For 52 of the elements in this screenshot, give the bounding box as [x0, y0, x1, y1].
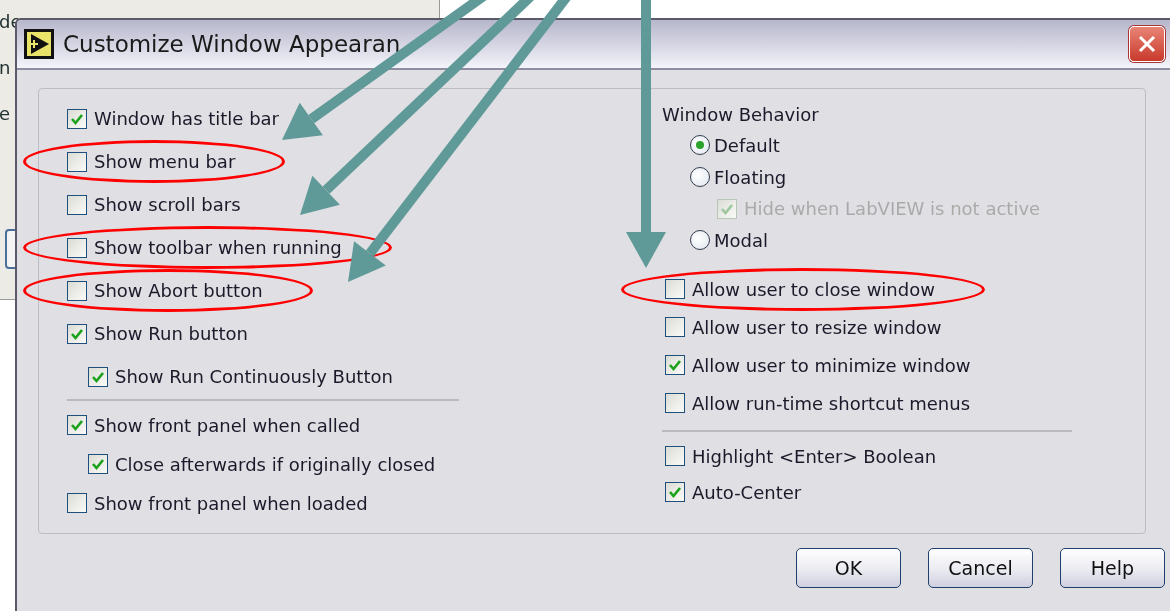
window-text: n — [0, 57, 11, 79]
dialog-button[interactable]: Cancel — [928, 548, 1033, 588]
check-icon — [668, 358, 682, 372]
check-icon — [668, 485, 682, 499]
checkbox[interactable] — [67, 237, 87, 258]
checkbox-label[interactable]: Show toolbar when running — [94, 237, 342, 258]
checkbox-label[interactable]: Allow user to resize window — [692, 316, 942, 338]
checkbox[interactable] — [665, 393, 685, 413]
checkbox[interactable] — [665, 317, 685, 337]
checkbox-label[interactable]: Highlight <Enter> Boolean — [692, 445, 937, 467]
dialog-button[interactable]: OK — [796, 548, 901, 588]
section-label: Window Behavior — [662, 102, 820, 127]
checkbox-label[interactable]: Allow user to minimize window — [692, 354, 971, 376]
checkbox-label[interactable]: Show Run Continuously Button — [115, 366, 393, 387]
checkbox-label[interactable]: Show Abort button — [94, 280, 263, 301]
radio-button[interactable] — [690, 135, 710, 155]
dialog-button[interactable]: Help — [1060, 548, 1165, 588]
checkbox[interactable] — [88, 366, 108, 387]
checkbox[interactable] — [67, 323, 87, 344]
checkbox-label[interactable]: Show menu bar — [94, 151, 236, 172]
checkbox-label[interactable]: Auto-Center — [692, 481, 802, 503]
checkbox-label[interactable]: Show front panel when called — [94, 414, 361, 436]
close-icon — [1138, 35, 1156, 53]
radio-label[interactable]: Default — [714, 134, 780, 156]
checkbox[interactable] — [665, 355, 685, 375]
radio-button[interactable] — [690, 167, 710, 187]
checkbox[interactable] — [67, 108, 87, 129]
checkbox[interactable] — [67, 415, 87, 435]
checkbox-label[interactable]: Allow run-time shortcut menus — [692, 392, 970, 414]
checkbox[interactable] — [67, 280, 87, 301]
checkbox[interactable] — [67, 194, 87, 215]
checkbox-label[interactable]: Window has title bar — [94, 108, 279, 129]
checkbox-label[interactable]: Show front panel when loaded — [94, 492, 368, 514]
checkbox[interactable] — [88, 454, 108, 474]
app-icon — [23, 28, 55, 60]
checkbox[interactable] — [67, 151, 87, 172]
radio-label[interactable]: Floating — [714, 166, 787, 188]
check-icon — [70, 418, 84, 432]
checkbox[interactable] — [665, 446, 685, 466]
checkbox-label[interactable]: Close afterwards if originally closed — [115, 453, 436, 475]
window-title: Customize Window Appearan — [63, 31, 401, 57]
checkbox[interactable] — [67, 493, 87, 513]
checkbox-label[interactable]: Show Run button — [94, 323, 248, 344]
radio-label[interactable]: Modal — [714, 229, 768, 251]
checkbox-label[interactable]: Show scroll bars — [94, 194, 241, 215]
checkbox-label[interactable]: Allow user to close window — [692, 278, 935, 300]
close-button[interactable] — [1129, 26, 1165, 62]
checkbox[interactable] — [665, 279, 685, 299]
radio-button[interactable] — [690, 230, 710, 250]
check-icon — [91, 457, 105, 471]
checkbox[interactable] — [665, 482, 685, 502]
window-text: e — [0, 103, 11, 125]
